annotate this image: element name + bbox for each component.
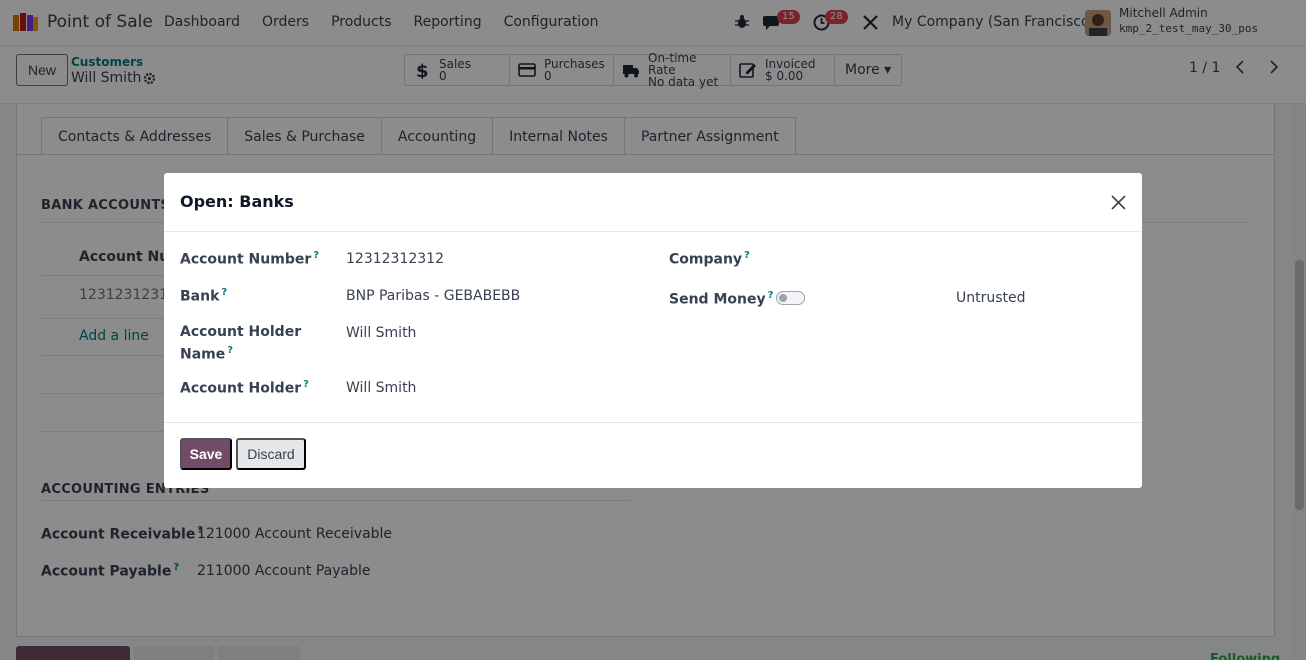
account-holder-label: Account Holder? [180, 379, 309, 397]
help-icon[interactable]: ? [313, 250, 319, 261]
dialog-title: Open: Banks [180, 192, 294, 211]
holder-name-label-line2: Name? [180, 345, 233, 363]
company-field[interactable] [776, 251, 1076, 271]
bank-field[interactable]: BNP Paribas - GEBABEBB [346, 288, 520, 304]
help-icon[interactable]: ? [227, 345, 233, 356]
close-icon[interactable] [1110, 194, 1127, 211]
holder-name-label-line1: Account Holder [180, 324, 302, 340]
account-holder-field[interactable]: Will Smith [346, 380, 416, 396]
account-number-label-text: Account Number [180, 251, 312, 268]
company-label: Company? [669, 250, 750, 268]
account-holder-label-text: Account Holder [180, 380, 302, 397]
holder-name-field[interactable]: Will Smith [346, 325, 416, 341]
send-money-status: Untrusted [956, 290, 1026, 306]
account-number-label: Account Number? [180, 250, 319, 268]
send-money-label: Send Money? [669, 290, 773, 308]
send-money-label-text: Send Money [669, 291, 766, 308]
send-money-toggle[interactable] [776, 291, 805, 305]
open-banks-dialog: Open: Banks Account Number? 12312312312 … [164, 173, 1142, 488]
company-label-text: Company [669, 251, 743, 268]
bank-label-text: Bank [180, 288, 220, 305]
help-icon[interactable]: ? [221, 287, 227, 298]
account-number-field[interactable]: 12312312312 [346, 251, 444, 267]
dialog-header: Open: Banks [164, 173, 1142, 232]
help-icon[interactable]: ? [744, 250, 750, 261]
dialog-footer-divider [164, 422, 1142, 423]
help-icon[interactable]: ? [303, 379, 309, 390]
discard-button[interactable]: Discard [236, 438, 306, 470]
help-icon[interactable]: ? [768, 290, 774, 301]
holder-name-label-text: Name [180, 346, 226, 363]
save-button[interactable]: Save [180, 438, 232, 470]
bank-label: Bank? [180, 287, 227, 305]
